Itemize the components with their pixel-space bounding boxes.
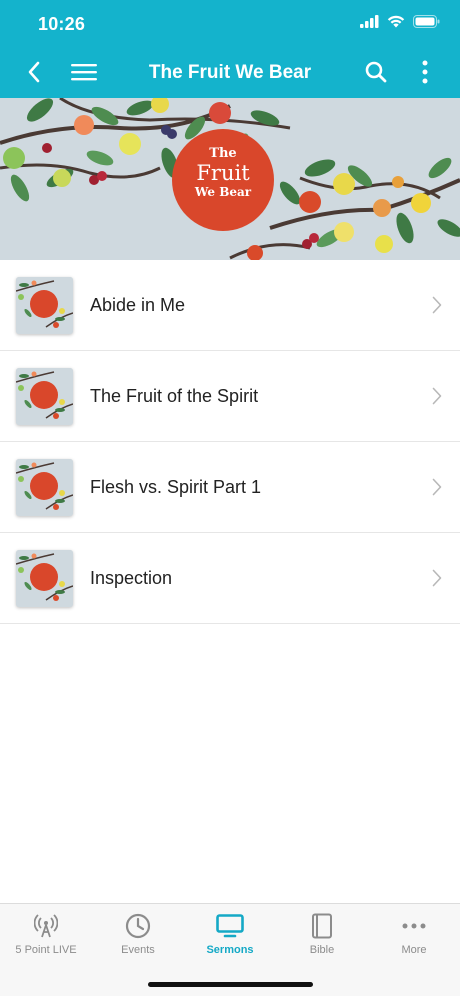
tab-5-point-live[interactable]: 5 Point LIVE [0,904,92,964]
home-indicator [148,982,313,987]
tab-bar: 5 Point LIVE Events Sermons Bible More [0,903,460,996]
banner-title-line-2: Fruit [196,161,250,185]
sermon-thumbnail [16,368,73,425]
clock-icon [125,913,151,939]
sermon-thumbnail [16,459,73,516]
sermon-row[interactable]: Inspection [0,533,460,624]
sermon-row[interactable]: Flesh vs. Spirit Part 1 [0,442,460,533]
back-button[interactable] [18,58,50,90]
status-time: 10:26 [38,14,86,34]
chevron-right-icon [432,387,442,410]
sermon-row[interactable]: Abide in Me [0,260,460,351]
nav-bar: The Fruit We Bear [0,50,460,98]
tab-label: Events [121,944,155,956]
broadcast-antenna-icon [34,913,58,939]
more-options-button[interactable] [409,58,441,90]
chevron-right-icon [432,569,442,592]
tab-events[interactable]: Events [92,904,184,964]
book-icon [311,913,333,939]
sermon-thumbnail [16,550,73,607]
menu-button[interactable] [68,58,100,90]
wifi-icon [387,15,405,33]
search-button[interactable] [360,58,392,90]
sermon-row[interactable]: The Fruit of the Spirit [0,351,460,442]
battery-icon [413,15,440,33]
tab-label: Bible [309,944,335,956]
sermon-list: Abide in Me The Fruit of the Spirit Flesh … [0,260,460,624]
back-arrow-icon [27,61,41,88]
chevron-right-icon [432,296,442,319]
banner-title: The Fruit We Bear [172,146,274,199]
tab-more[interactable]: More [368,904,460,964]
sermon-title: The Fruit of the Spirit [90,386,259,406]
monitor-icon [216,913,244,939]
tab-label: More [401,944,427,956]
sermon-title: Abide in Me [90,295,186,315]
chevron-right-icon [432,478,442,501]
more-vertical-icon [422,60,428,89]
sermon-title: Flesh vs. Spirit Part 1 [90,477,262,497]
more-horizontal-icon [402,913,426,939]
hamburger-menu-icon [71,63,97,86]
sermon-thumbnail [16,277,73,334]
tab-label: 5 Point LIVE [15,944,77,956]
banner-title-line-3: We Bear [194,185,252,199]
status-bar: 10:26 [0,0,460,50]
series-banner: The Fruit We Bear [0,98,460,260]
tab-bible[interactable]: Bible [276,904,368,964]
sermon-title: Inspection [90,568,173,588]
tab-label: Sermons [206,944,254,956]
status-icons [360,15,440,33]
signal-bars-icon [360,15,379,33]
tab-sermons[interactable]: Sermons [184,904,276,964]
search-icon [365,61,387,88]
banner-title-line-1: The [209,146,237,161]
